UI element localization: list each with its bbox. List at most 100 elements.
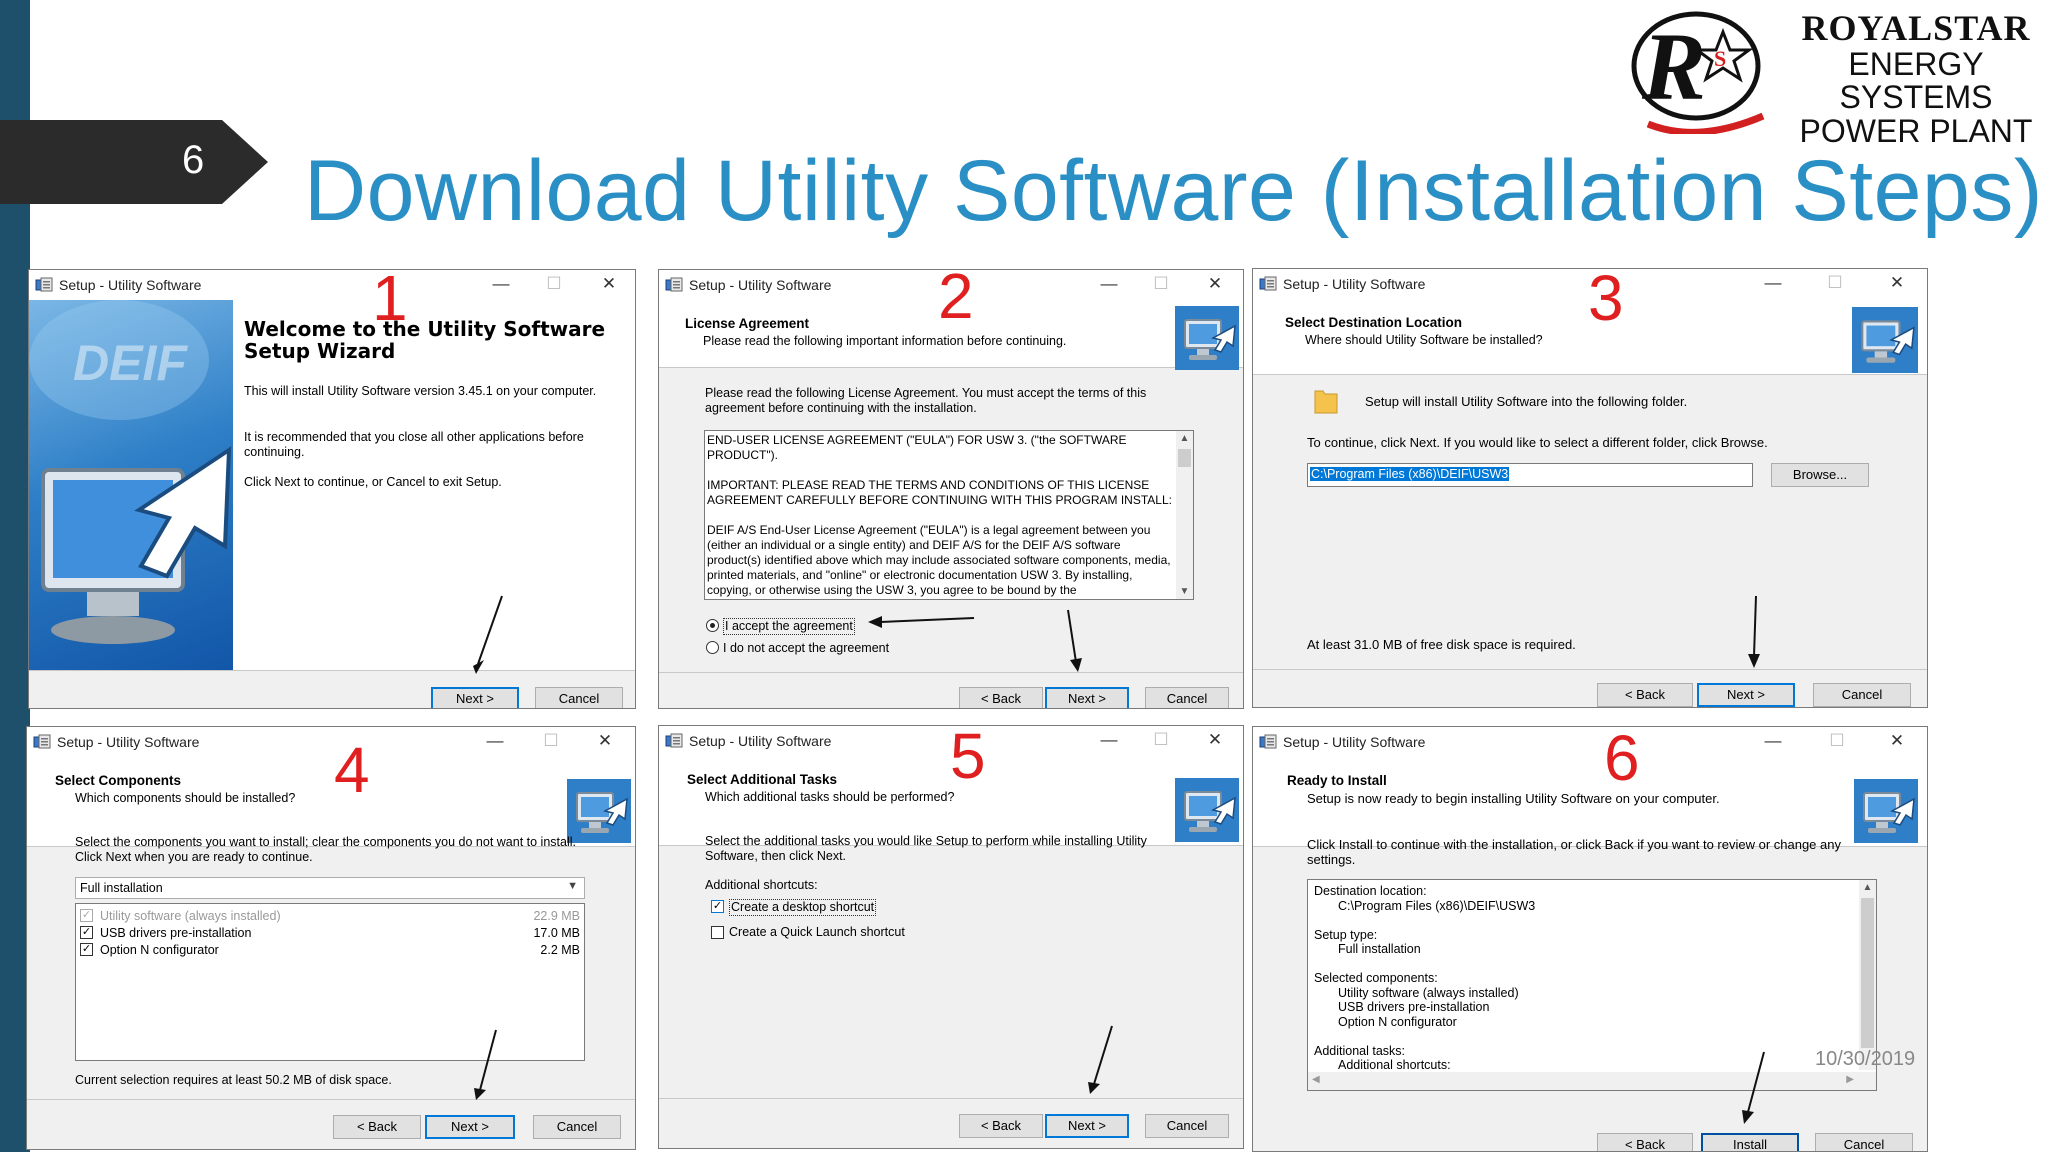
back-button[interactable]: < Back <box>1597 1133 1693 1151</box>
maximize-button[interactable]: ☐ <box>1151 730 1171 750</box>
cancel-button[interactable]: Cancel <box>1145 1114 1229 1138</box>
minimize-button[interactable]: — <box>1763 273 1783 293</box>
minimize-button[interactable]: — <box>485 731 505 751</box>
scroll-right-icon[interactable]: ▶ <box>1846 1074 1854 1085</box>
decline-radio[interactable] <box>706 641 719 654</box>
install-button[interactable]: Install <box>1701 1133 1799 1151</box>
tasks-intro: Select the additional tasks you would li… <box>705 834 1147 863</box>
license-textbox[interactable]: END-USER LICENSE AGREEMENT ("EULA") FOR … <box>704 430 1194 600</box>
scroll-up-icon[interactable]: ▲ <box>1859 880 1876 895</box>
close-button[interactable]: ✕ <box>595 731 615 751</box>
next-button[interactable]: Next > <box>431 687 519 708</box>
logo-line-royalstar: ROYALSTAR <box>1801 8 2031 48</box>
minimize-button[interactable]: — <box>1763 731 1783 751</box>
scroll-down-icon[interactable]: ▼ <box>1176 584 1193 599</box>
desktop-shortcut-checkbox[interactable]: ✓ <box>711 900 724 913</box>
back-button[interactable]: < Back <box>333 1115 421 1139</box>
destination-path-input[interactable]: C:\Program Files (x86)\DEIF\USW3 <box>1307 463 1753 487</box>
next-button[interactable]: Next > <box>1697 683 1795 707</box>
maximize-button[interactable]: ☐ <box>1151 274 1171 294</box>
window-title: Setup - Utility Software <box>57 734 200 750</box>
component-row[interactable]: ✓ USB drivers pre-installation 17.0 MB <box>80 925 580 941</box>
ready-memo[interactable]: Destination location: C:\Program Files (x… <box>1307 879 1877 1091</box>
cancel-button[interactable]: Cancel <box>533 1115 621 1139</box>
next-button[interactable]: Next > <box>425 1115 515 1139</box>
window-title: Setup - Utility Software <box>59 277 202 293</box>
component-size: 17.0 MB <box>533 926 580 940</box>
scroll-thumb[interactable] <box>1178 449 1191 467</box>
minimize-button[interactable]: — <box>491 274 511 294</box>
close-button[interactable]: ✕ <box>1887 731 1907 751</box>
scroll-up-icon[interactable]: ▲ <box>1176 431 1193 446</box>
royalstar-logo-mark: R S <box>1631 11 1765 134</box>
memo-value-line: Utility software (always installed) <box>1338 985 1519 1000</box>
back-button[interactable]: < Back <box>959 1114 1043 1138</box>
maximize-button[interactable]: ☐ <box>541 731 561 751</box>
maximize-button[interactable]: ☐ <box>544 274 564 294</box>
cancel-button[interactable]: Cancel <box>1145 687 1229 708</box>
cancel-button[interactable]: Cancel <box>535 687 623 708</box>
arrow-to-next-step4 <box>474 1029 497 1100</box>
component-row[interactable]: ✓ Option N configurator 2.2 MB <box>80 942 580 958</box>
setup-type-dropdown[interactable]: Full installation ▼ <box>75 877 585 899</box>
step-number-1: 1 <box>372 262 408 334</box>
slide-number-badge: 6 <box>0 120 268 204</box>
memo-scrollbar[interactable]: ▲ <box>1859 880 1876 1070</box>
quick-launch-checkbox[interactable] <box>711 926 724 939</box>
svg-text:R: R <box>1641 13 1706 120</box>
quick-launch-label[interactable]: Create a Quick Launch shortcut <box>729 925 905 940</box>
decline-label[interactable]: I do not accept the agreement <box>723 641 889 656</box>
tasks-group-label: Additional shortcuts: <box>705 878 818 892</box>
component-checkbox[interactable]: ✓ <box>80 943 93 956</box>
cancel-button[interactable]: Cancel <box>1815 1133 1913 1151</box>
step-number-2: 2 <box>938 260 974 332</box>
header-title: License Agreement <box>685 316 810 331</box>
welcome-text-2: It is recommended that you close all oth… <box>244 430 584 459</box>
component-row[interactable]: ✓ Utility software (always installed) 22.9… <box>80 908 580 924</box>
footer-divider <box>659 672 1243 673</box>
step-number-4: 4 <box>334 734 370 806</box>
back-button[interactable]: < Back <box>959 687 1043 708</box>
component-size: 22.9 MB <box>533 909 580 923</box>
minimize-button[interactable]: — <box>1099 274 1119 294</box>
accept-radio[interactable] <box>706 619 719 632</box>
next-button[interactable]: Next > <box>1045 1114 1129 1138</box>
next-button[interactable]: Next > <box>1045 687 1129 708</box>
window-title: Setup - Utility Software <box>689 277 832 293</box>
close-button[interactable]: ✕ <box>1887 273 1907 293</box>
header-subtitle: Setup is now ready to begin installing U… <box>1307 791 1720 806</box>
components-list[interactable]: ✓ Utility software (always installed) 22.9… <box>75 903 585 1061</box>
welcome-text-3: Click Next to continue, or Cancel to exi… <box>244 475 502 489</box>
browse-button[interactable]: Browse... <box>1771 463 1869 487</box>
memo-heading-line <box>1314 1029 1535 1044</box>
close-button[interactable]: ✕ <box>1205 730 1225 750</box>
license-intro: Please read the following License Agreem… <box>705 386 1147 415</box>
memo-value-line: C:\Program Files (x86)\DEIF\USW3 <box>1338 898 1536 913</box>
slide-date: 10/30/2019 <box>1815 1048 1916 1070</box>
maximize-button[interactable]: ☐ <box>1825 273 1845 293</box>
desktop-shortcut-label[interactable]: Create a desktop shortcut <box>729 899 877 916</box>
minimize-button[interactable]: — <box>1099 730 1119 750</box>
close-button[interactable]: ✕ <box>599 274 619 294</box>
arrow-to-next-step5 <box>1088 1025 1113 1094</box>
wizard-sidebar-image: DEIF <box>29 300 233 670</box>
setup-app-icon <box>1259 276 1277 291</box>
step-number-5: 5 <box>950 720 986 792</box>
window-title: Setup - Utility Software <box>1283 734 1426 750</box>
memo-heading-line <box>1314 957 1535 972</box>
close-button[interactable]: ✕ <box>1205 274 1225 294</box>
accept-label[interactable]: I accept the agreement <box>723 618 855 635</box>
maximize-button[interactable]: ☐ <box>1827 731 1847 751</box>
component-checkbox[interactable]: ✓ <box>80 926 93 939</box>
back-button[interactable]: < Back <box>1597 683 1693 707</box>
scroll-left-icon[interactable]: ◀ <box>1312 1074 1320 1085</box>
cancel-button[interactable]: Cancel <box>1813 683 1911 707</box>
horizontal-scrollbar[interactable]: ◀ ▶ <box>1308 1072 1876 1090</box>
setup-type-value: Full installation <box>80 881 163 895</box>
scroll-thumb[interactable] <box>1861 898 1874 1048</box>
setup-app-icon <box>33 734 51 749</box>
svg-text:S: S <box>1714 46 1726 71</box>
memo-heading-line: Destination location: <box>1314 884 1427 898</box>
welcome-heading-line1: Welcome to the Utility Software <box>244 317 606 341</box>
license-scrollbar[interactable]: ▲ ▼ <box>1176 431 1193 599</box>
